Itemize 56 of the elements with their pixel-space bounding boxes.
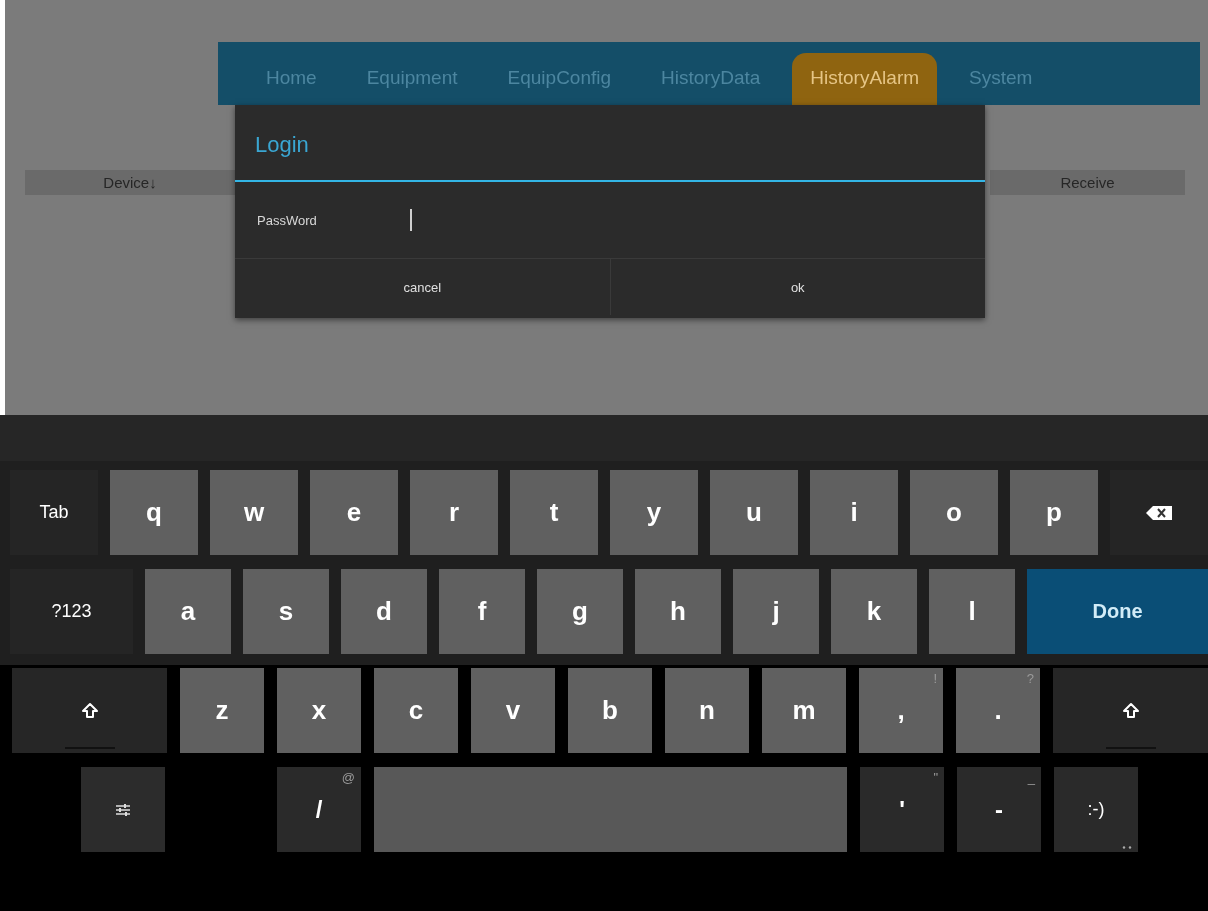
- key[interactable]: d: [341, 569, 427, 654]
- field-label: PassWord: [257, 212, 318, 228]
- nav-tab[interactable]: HistoryAlarm: [792, 53, 938, 105]
- key[interactable]: o: [910, 470, 998, 555]
- key[interactable]: , !: [859, 668, 943, 753]
- key[interactable]: q: [110, 470, 198, 555]
- key[interactable]: y: [610, 470, 698, 555]
- key[interactable]: - _: [957, 767, 1041, 852]
- key[interactable]: ?123: [10, 569, 133, 654]
- key[interactable]: ' ": [860, 767, 944, 852]
- key[interactable]: v: [471, 668, 555, 753]
- backspace-key[interactable]: [1110, 470, 1208, 555]
- column-header: Receive: [990, 170, 1185, 195]
- key[interactable]: . ?: [956, 668, 1040, 753]
- key[interactable]: Tab: [10, 470, 98, 555]
- shift-icon: [1121, 701, 1140, 720]
- done-key[interactable]: Done: [1027, 569, 1208, 654]
- key[interactable]: h: [635, 569, 721, 654]
- key[interactable]: s: [243, 569, 329, 654]
- key[interactable]: i: [810, 470, 898, 555]
- key[interactable]: w: [210, 470, 298, 555]
- key[interactable]: x: [277, 668, 361, 753]
- key-hint: @: [341, 770, 355, 785]
- backspace-icon: [1145, 504, 1173, 521]
- key[interactable]: k: [831, 569, 917, 654]
- key-hint: ?: [1026, 671, 1034, 686]
- key[interactable]: z: [180, 668, 264, 753]
- key[interactable]: l: [929, 569, 1015, 654]
- key[interactable]: e: [310, 470, 398, 555]
- key[interactable]: p: [1010, 470, 1098, 555]
- key[interactable]: n: [665, 668, 749, 753]
- dialog-button[interactable]: cancel: [235, 259, 610, 315]
- key[interactable]: / @: [277, 767, 361, 852]
- key[interactable]: j: [733, 569, 819, 654]
- key[interactable]: :-): [1054, 767, 1138, 852]
- settings-key[interactable]: [81, 767, 165, 852]
- space-key[interactable]: [374, 767, 847, 852]
- key-hint: ": [933, 770, 938, 785]
- key[interactable]: r: [410, 470, 498, 555]
- shift-key[interactable]: [1053, 668, 1208, 753]
- shift-key[interactable]: [12, 668, 167, 753]
- key[interactable]: f: [439, 569, 525, 654]
- key-hint: _: [1027, 770, 1035, 785]
- shift-icon: [80, 701, 99, 720]
- sliders-icon: [115, 801, 131, 818]
- key[interactable]: t: [510, 470, 598, 555]
- key[interactable]: m: [762, 668, 846, 753]
- key[interactable]: a: [145, 569, 231, 654]
- key[interactable]: g: [537, 569, 623, 654]
- dialog-title: Login: [254, 131, 310, 159]
- key-hint: !: [933, 671, 937, 686]
- key[interactable]: b: [568, 668, 652, 753]
- column-header: Device↓: [25, 170, 235, 195]
- key[interactable]: c: [374, 668, 458, 753]
- dialog-button[interactable]: ok: [609, 259, 985, 315]
- key[interactable]: u: [710, 470, 798, 555]
